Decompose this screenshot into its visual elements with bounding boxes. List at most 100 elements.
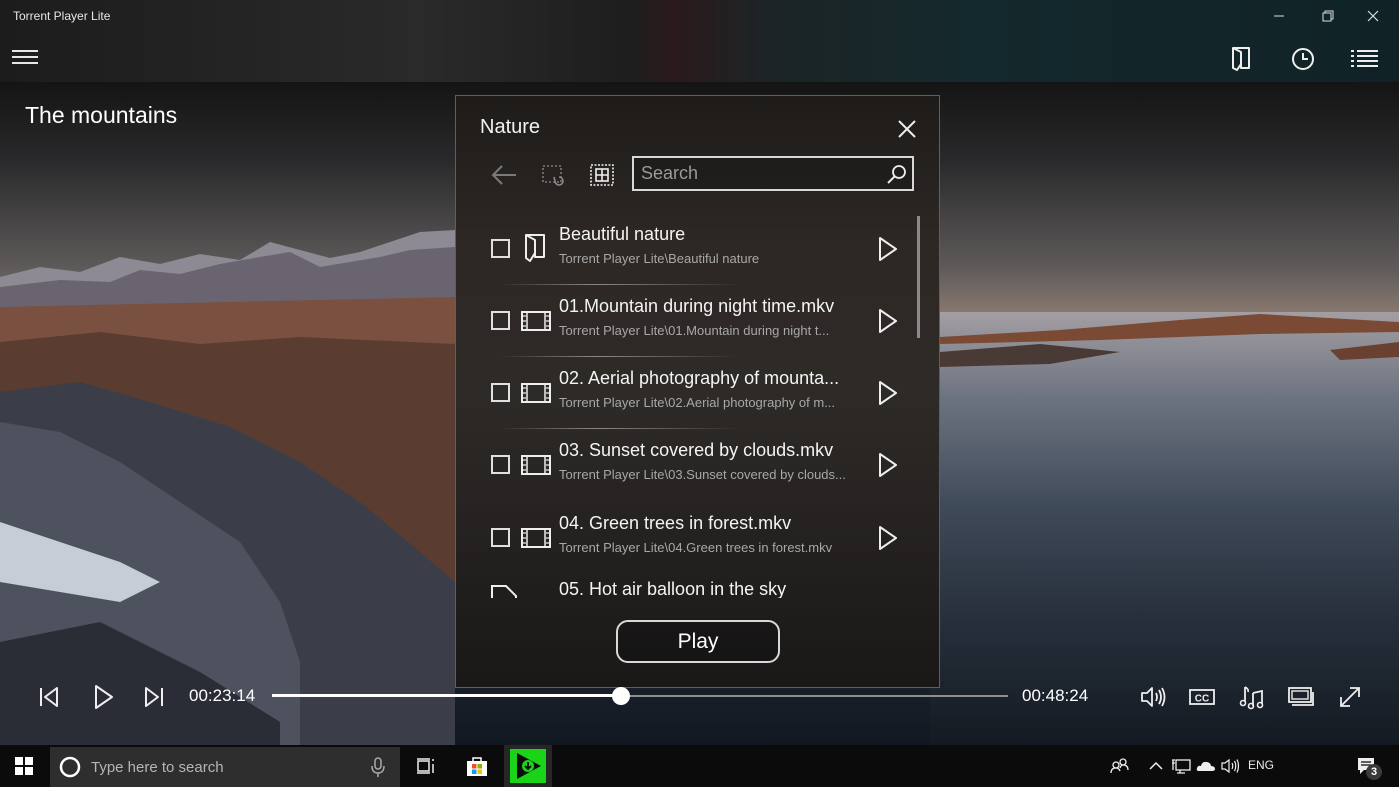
item-path: Torrent Player Lite\04.Green trees in fo…	[559, 540, 833, 555]
list-item[interactable]: 03. Sunset covered by clouds.mkv Torrent…	[480, 428, 902, 502]
select-undo-icon	[542, 165, 564, 186]
picture-in-picture-button[interactable]	[1286, 682, 1316, 712]
windows-logo-icon	[15, 757, 33, 775]
playlist-dialog: Nature Beautiful nature Torrent Player L…	[455, 95, 940, 688]
video-file-icon	[521, 455, 551, 475]
list-item[interactable]: 02. Aerial photography of mounta... Torr…	[480, 356, 902, 430]
play-item-icon[interactable]	[874, 450, 902, 480]
item-checkbox[interactable]	[491, 239, 510, 258]
dialog-close-button[interactable]	[896, 118, 918, 140]
item-path: Torrent Player Lite\01.Mountain during n…	[559, 323, 830, 338]
playlist-button[interactable]	[1350, 44, 1380, 74]
search-input[interactable]	[634, 163, 882, 184]
hamburger-icon-line	[12, 50, 38, 52]
people-button[interactable]	[1108, 745, 1132, 787]
microphone-icon[interactable]	[368, 756, 388, 778]
item-checkbox[interactable]	[491, 455, 510, 474]
music-notes-icon	[1239, 686, 1264, 710]
close-window-button[interactable]	[1350, 0, 1396, 32]
torrent-player-taskbar-button[interactable]	[504, 745, 552, 787]
taskbar-search[interactable]: Type here to search	[50, 747, 400, 787]
divider	[500, 356, 740, 357]
previous-button[interactable]	[34, 682, 64, 712]
next-button[interactable]	[139, 682, 169, 712]
undo-selection-button[interactable]	[539, 160, 569, 190]
folder-icon	[525, 234, 545, 262]
minimize-icon	[1274, 15, 1284, 17]
item-name: Beautiful nature	[559, 224, 686, 244]
select-all-button[interactable]	[587, 160, 617, 190]
input-language[interactable]: ENG	[1248, 758, 1274, 772]
restore-button[interactable]	[1305, 0, 1351, 32]
back-button[interactable]	[489, 160, 519, 190]
taskbar: Type here to search ENG	[0, 745, 1399, 787]
play-item-icon[interactable]	[874, 523, 902, 553]
audio-track-button[interactable]	[1237, 682, 1267, 712]
play-item-icon[interactable]	[874, 378, 902, 408]
minimize-button[interactable]	[1256, 0, 1302, 32]
network-icon	[1172, 759, 1191, 774]
play-button[interactable]	[88, 682, 118, 712]
close-icon	[898, 120, 916, 138]
restore-icon	[1322, 10, 1334, 22]
menu-button[interactable]	[12, 50, 38, 66]
item-name: 03. Sunset covered by clouds.mkv	[559, 440, 834, 460]
play-item-icon[interactable]	[874, 306, 902, 336]
file-list: Beautiful nature Torrent Player Lite\Bea…	[480, 214, 920, 598]
divider	[500, 284, 740, 285]
torrent-player-app-icon	[510, 749, 546, 783]
network-button[interactable]	[1170, 745, 1192, 787]
search-box	[632, 156, 914, 191]
play-selected-button[interactable]: Play	[616, 620, 780, 663]
item-checkbox[interactable]	[491, 528, 510, 547]
seek-bar[interactable]	[272, 687, 1008, 705]
store-button[interactable]	[460, 745, 494, 787]
task-view-button[interactable]	[410, 745, 442, 787]
arrow-left-icon	[491, 165, 516, 185]
play-item-icon[interactable]	[874, 234, 902, 264]
search-icon[interactable]	[882, 159, 912, 189]
show-hidden-icons-button[interactable]	[1146, 745, 1166, 787]
video-file-icon	[521, 383, 551, 403]
close-icon	[1367, 10, 1379, 22]
select-all-icon	[590, 164, 614, 186]
skip-previous-icon	[40, 687, 58, 707]
item-name: 01.Mountain during night time.mkv	[559, 296, 835, 316]
item-checkbox[interactable]	[491, 383, 510, 402]
open-folder-button[interactable]	[1226, 44, 1256, 74]
history-button[interactable]	[1288, 44, 1318, 74]
seek-thumb[interactable]	[611, 687, 630, 705]
item-name: 04. Green trees in forest.mkv	[559, 513, 792, 533]
store-icon	[467, 757, 487, 776]
list-scrollbar[interactable]	[917, 216, 920, 338]
cloud-icon	[1196, 761, 1215, 771]
task-view-icon	[417, 758, 434, 774]
item-checkbox[interactable]	[491, 311, 510, 330]
item-name: 05. Hot air balloon in the sky	[559, 579, 787, 598]
item-path: Torrent Player Lite\Beautiful nature	[559, 251, 760, 266]
item-name: 02. Aerial photography of mounta...	[559, 368, 840, 388]
subtitles-button[interactable]: CC	[1187, 682, 1217, 712]
video-file-icon	[521, 528, 551, 548]
notification-count-badge: 3	[1366, 764, 1382, 780]
onedrive-button[interactable]	[1195, 745, 1217, 787]
skip-next-icon	[145, 687, 163, 707]
start-button[interactable]	[0, 745, 48, 787]
volume-button[interactable]	[1138, 682, 1168, 712]
list-item[interactable]: 05. Hot air balloon in the sky	[480, 574, 900, 598]
item-path: Torrent Player Lite\03.Sunset covered by…	[559, 467, 846, 482]
list-item[interactable]: 04. Green trees in forest.mkv Torrent Pl…	[480, 503, 900, 575]
list-item[interactable]: 01.Mountain during night time.mkv Torren…	[480, 284, 902, 358]
clock-icon	[1292, 48, 1314, 70]
svg-text:CC: CC	[1195, 694, 1209, 705]
cortana-icon	[59, 756, 81, 778]
volume-icon	[1221, 758, 1240, 774]
video-title: The mountains	[25, 102, 178, 128]
fullscreen-button[interactable]	[1335, 682, 1365, 712]
title-bar: Torrent Player Lite	[0, 0, 1399, 82]
current-time: 00:23:14	[189, 686, 256, 705]
system-volume-button[interactable]	[1219, 745, 1241, 787]
list-item[interactable]: Beautiful nature Torrent Player Lite\Bea…	[480, 214, 900, 286]
item-path: Torrent Player Lite\02.Aerial photograph…	[559, 395, 836, 410]
video-file-icon	[521, 311, 551, 331]
